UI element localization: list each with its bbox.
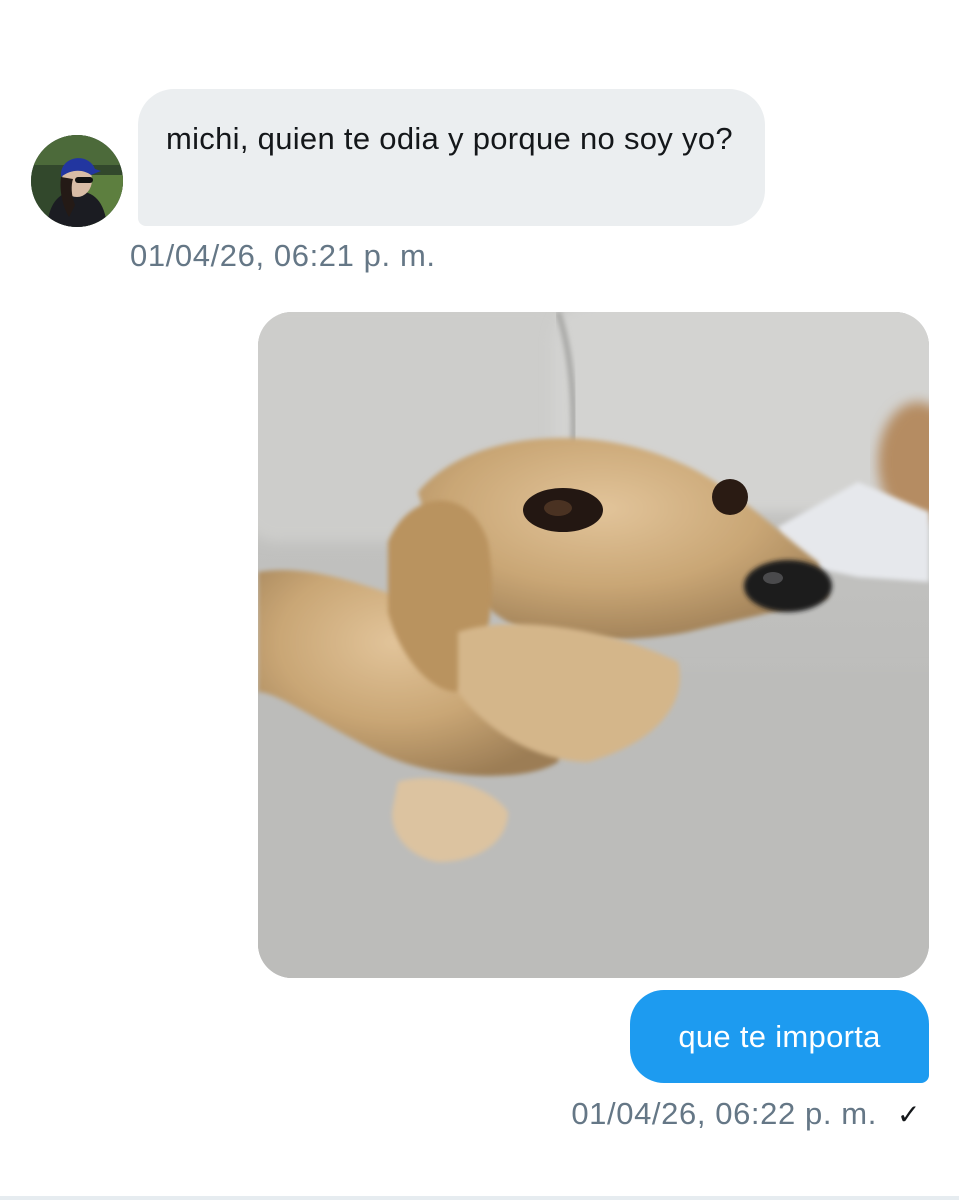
outgoing-timestamp: 01/04/26, 06:22 p. m. [571,1096,877,1131]
sender-avatar[interactable] [31,135,123,227]
check-icon: ✓ [896,1097,921,1131]
incoming-message-bubble[interactable]: michi, quien te odia y porque no soy yo? [138,89,765,226]
bottom-divider [0,1196,959,1200]
incoming-timestamp: 01/04/26, 06:21 p. m. [130,238,436,273]
outgoing-message-bubble[interactable]: que te importa [630,990,929,1083]
outgoing-status-line: 01/04/26, 06:22 p. m. ✓ [571,1096,921,1132]
incoming-message-text: michi, quien te odia y porque no soy yo? [166,121,733,156]
outgoing-message-text: que te importa [678,1018,881,1054]
dog-photo-attachment[interactable] [258,312,929,978]
